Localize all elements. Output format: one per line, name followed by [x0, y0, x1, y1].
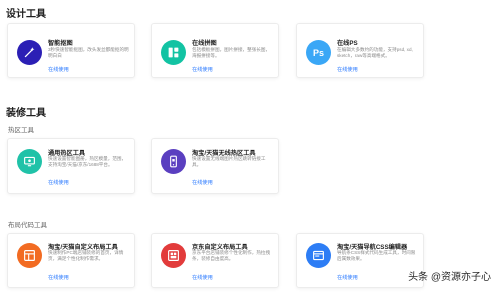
section-title-decor: 装修工具: [6, 108, 46, 119]
card-description: 快速制作PC端店铺装修的首页，详情页，满足个性化制作需求。: [48, 250, 124, 262]
browser-icon: [306, 243, 331, 268]
card-name: 智能抠图: [48, 40, 73, 47]
layout-icon: [17, 243, 42, 268]
card-name: 在线拼图: [192, 40, 217, 47]
use-online-link[interactable]: 在线使用: [48, 66, 69, 73]
subtitle-hotspot: 热区工具: [8, 127, 34, 134]
subtitle-layout-code: 布局代码工具: [8, 222, 47, 229]
card-description: 快速设置无线端图片热区跳转链接工具。: [192, 156, 266, 168]
card-description: 在编辑大多数约的功能，支持psd, xd, sketch，raw等高端格式。: [337, 47, 413, 59]
magic-wand-icon: [17, 40, 42, 65]
watermark-text: 头条 @资源亦子心: [408, 272, 491, 283]
card-hotspot-general[interactable]: 通用热区工具 快速设置智能图册，热区模量，范围，支持淘宝/天猫/京东/1688平…: [7, 138, 135, 194]
use-online-link[interactable]: 在线使用: [48, 179, 69, 186]
use-online-link[interactable]: 在线使用: [192, 66, 213, 73]
collage-icon: [161, 40, 186, 65]
card-name: 在线PS: [337, 40, 358, 47]
screen-icon: [17, 149, 42, 174]
card-description: 京东平台店铺装修个性化制作，热拉拽条，装修自由度高。: [192, 250, 271, 262]
use-online-link[interactable]: 在线使用: [192, 179, 213, 186]
use-online-link[interactable]: 在线使用: [48, 274, 69, 281]
grid-icon: [161, 243, 186, 268]
phone-icon: [161, 149, 186, 174]
card-description: 快速设置智能图册，热区模量，范围，支持淘宝/天猫/京东/1688平台。: [48, 156, 127, 168]
card-hotspot-wireless[interactable]: 淘宝/天猫无线热区工具 快速设置无线端图片热区跳转链接工具。 在线使用: [151, 138, 279, 194]
card-description: 3秒快速智能抠图，改头发丝都能抠的明明白白: [48, 47, 129, 59]
card-description: 导航条CSS样式代码生成工具，时间限后属数效果。: [337, 250, 416, 262]
ps-icon: Ps: [306, 40, 331, 65]
card-layout-jd[interactable]: 京东自定义布局工具 京东平台店铺装修个性化制作，热拉拽条，装修自由度高。 在线使…: [151, 233, 279, 288]
use-online-link[interactable]: 在线使用: [192, 274, 213, 281]
card-layout-taobao[interactable]: 淘宝/天猫自定义布局工具 快速制作PC端店铺装修的首页，详情页，满足个性化制作需…: [7, 233, 135, 288]
card-smart-cutout[interactable]: 智能抠图 3秒快速智能抠图，改头发丝都能抠的明明白白 在线使用: [7, 23, 135, 78]
card-description: 包括模板拼图，图片拼接，整张长图，海报拼接等。: [192, 47, 271, 59]
card-online-ps[interactable]: Ps 在线PS 在编辑大多数约的功能，支持psd, xd, sketch，raw…: [296, 23, 424, 78]
card-nav-css[interactable]: 淘宝/天猫导航CSS编辑器 导航条CSS样式代码生成工具，时间限后属数效果。 在…: [296, 233, 424, 288]
use-online-link[interactable]: 在线使用: [337, 274, 358, 281]
card-collage[interactable]: 在线拼图 包括模板拼图，图片拼接，整张长图，海报拼接等。 在线使用: [151, 23, 279, 78]
use-online-link[interactable]: 在线使用: [337, 66, 358, 73]
section-title-design: 设计工具: [6, 9, 46, 20]
